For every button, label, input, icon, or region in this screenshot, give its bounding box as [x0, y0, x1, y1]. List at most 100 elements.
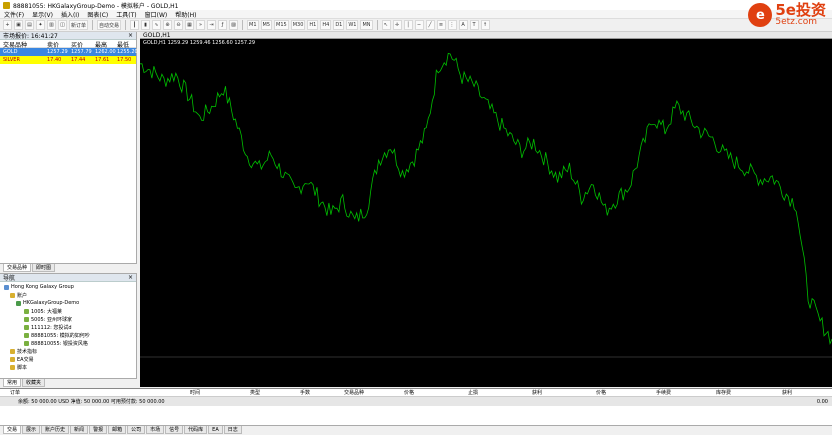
period-m15[interactable]: M15 — [274, 20, 289, 30]
candle-chart-icon[interactable]: ▮ — [141, 20, 151, 30]
tree-item-account[interactable]: 88881055: 模拟的如何吵 — [2, 331, 134, 339]
tab-tick-chart[interactable]: 即时图 — [32, 264, 56, 272]
line-chart-icon[interactable]: ∿ — [152, 20, 162, 30]
fibonacci-icon[interactable]: ⋮ — [447, 20, 457, 30]
menu-help[interactable]: 帮助(H) — [175, 10, 196, 19]
zoom-in-icon[interactable]: ⊕ — [163, 20, 173, 30]
tab-journal[interactable]: 日志 — [223, 426, 242, 434]
balance-row[interactable]: 余额: 50 000.00 USD 净值: 50 000.00 可用预付款: 5… — [0, 397, 832, 406]
shift-icon[interactable]: ⇥ — [207, 20, 217, 30]
tab-alerts[interactable]: 警报 — [89, 426, 108, 434]
column-header[interactable]: 获利 — [532, 389, 596, 396]
indicators-icon[interactable]: ƒ — [218, 20, 228, 30]
strategy-tester-icon[interactable]: ◫ — [58, 20, 67, 30]
column-header[interactable]: 价格 — [404, 389, 468, 396]
tree-item-account[interactable]: 111112: 您投试d — [2, 323, 134, 331]
period-h4[interactable]: H4 — [320, 20, 332, 30]
symbol-row-gold[interactable]: GOLD 1257.29 1257.79 1262.00 1255.20 — [0, 48, 138, 56]
menu-file[interactable]: 文件(F) — [4, 10, 24, 19]
tree-item-account[interactable]: 1005: 大福莱 — [2, 307, 134, 315]
column-header[interactable]: 最高 — [95, 40, 117, 49]
column-header[interactable]: 价格 — [596, 389, 656, 396]
auto-trade-button[interactable]: 自动交易 — [97, 20, 122, 30]
tab-common[interactable]: 常用 — [3, 379, 22, 387]
tab-trade[interactable]: 交易 — [3, 426, 22, 434]
tab-news[interactable]: 新闻 — [70, 426, 89, 434]
new-chart-icon[interactable]: + — [3, 20, 12, 30]
terminal-icon[interactable]: ▥ — [47, 20, 56, 30]
period-m5[interactable]: M5 — [260, 20, 273, 30]
period-mn[interactable]: MN — [360, 20, 373, 30]
period-h1[interactable]: H1 — [307, 20, 319, 30]
symbol-low: 1255.20 — [117, 49, 138, 55]
profiles-icon[interactable]: ▣ — [14, 20, 23, 30]
templates-icon[interactable]: ▨ — [229, 20, 239, 30]
tab-signals[interactable]: 信号 — [165, 426, 184, 434]
tab-symbols[interactable]: 交易品种 — [3, 264, 32, 272]
menu-view[interactable]: 显示(V) — [32, 10, 53, 19]
tree-item-scripts[interactable]: 脚本 — [2, 363, 134, 371]
tree-item-expert-advisors[interactable]: EA交易 — [2, 355, 134, 363]
vertical-line-icon[interactable]: │ — [403, 20, 413, 30]
period-w1[interactable]: W1 — [346, 20, 359, 30]
crosshair-icon[interactable]: ✛ — [392, 20, 402, 30]
folder-icon — [10, 364, 15, 370]
tree-item-indicators[interactable]: 技术指标 — [2, 347, 134, 355]
menu-window[interactable]: 窗口(W) — [145, 10, 168, 19]
tree-item-account[interactable]: 5005: 亚州环球家 — [2, 315, 134, 323]
column-header[interactable]: 买价 — [71, 40, 95, 49]
column-header[interactable]: 交易品种 — [3, 40, 47, 49]
tree-item-server[interactable]: HKGalaxyGroup-Demo — [2, 299, 134, 307]
column-header[interactable]: 止损 — [468, 389, 532, 396]
tab-market[interactable]: 市场 — [146, 426, 165, 434]
new-order-button[interactable]: 新订单 — [69, 20, 89, 30]
tile-icon[interactable]: ▦ — [185, 20, 195, 30]
tree-item-account[interactable]: 888810055: 银投资风格 — [2, 339, 134, 347]
column-header[interactable]: 类型 — [250, 389, 300, 396]
period-m30[interactable]: M30 — [290, 20, 306, 30]
chart-window-tab[interactable]: GOLD,H1 — [140, 32, 832, 39]
tab-experts[interactable]: EA — [208, 426, 223, 434]
market-watch-icon[interactable]: ▤ — [25, 20, 34, 30]
price-chart[interactable]: GOLD,H1 1259.29 1259.46 1256.60 1257.29 — [140, 39, 832, 387]
tab-mailbox[interactable]: 邮箱 — [108, 426, 127, 434]
toolbar-separator — [92, 20, 94, 30]
tab-exposure[interactable]: 展示 — [22, 426, 41, 434]
close-icon[interactable]: × — [128, 274, 133, 281]
title-bar: 88881055: HKGalaxyGroup-Demo - 模拟帐户 - GO… — [0, 0, 832, 10]
column-header[interactable]: 时间 — [190, 389, 250, 396]
tree-item-broker[interactable]: Hong Kong Galaxy Group — [2, 283, 134, 291]
symbol-row-silver[interactable]: SILVER 17.40 17.44 17.61 17.50 — [0, 56, 136, 64]
column-header[interactable]: 获利 — [782, 389, 832, 396]
column-header[interactable]: 库存费 — [716, 389, 782, 396]
column-header[interactable]: 卖价 — [47, 40, 71, 49]
menu-charts[interactable]: 图表(C) — [87, 10, 108, 19]
period-m1[interactable]: M1 — [247, 20, 259, 30]
bar-chart-icon[interactable]: ┃ — [130, 20, 140, 30]
column-header[interactable]: 订单 — [10, 389, 190, 396]
column-header[interactable]: 交易品种 — [344, 389, 404, 396]
menu-tools[interactable]: 工具(T) — [116, 10, 136, 19]
close-icon[interactable]: × — [128, 32, 133, 39]
column-header[interactable]: 最低 — [117, 40, 139, 49]
tree-item-accounts[interactable]: 账户 — [2, 291, 134, 299]
zoom-out-icon[interactable]: ⊖ — [174, 20, 184, 30]
text-icon[interactable]: A — [458, 20, 468, 30]
menu-insert[interactable]: 插入(I) — [61, 10, 79, 19]
period-d1[interactable]: D1 — [333, 20, 345, 30]
channel-icon[interactable]: ≡ — [436, 20, 446, 30]
label-icon[interactable]: T — [469, 20, 479, 30]
cursor-icon[interactable]: ↖ — [381, 20, 391, 30]
tab-company[interactable]: 公司 — [127, 426, 146, 434]
tab-account-history[interactable]: 账户历史 — [41, 426, 70, 434]
column-header[interactable]: 手续费 — [656, 389, 716, 396]
autoscroll-icon[interactable]: » — [196, 20, 206, 30]
arrows-icon[interactable]: ↑ — [480, 20, 490, 30]
navigator-icon[interactable]: ✦ — [36, 20, 45, 30]
horizontal-line-icon[interactable]: ─ — [414, 20, 424, 30]
terminal-panel: 订单 时间 类型 手数 交易品种 价格 止损 获利 价格 手续费 库存费 获利 … — [0, 388, 832, 435]
trendline-icon[interactable]: ╱ — [425, 20, 435, 30]
tab-favorites[interactable]: 收藏夹 — [22, 379, 46, 387]
column-header[interactable]: 手数 — [300, 389, 344, 396]
tab-code-base[interactable]: 代码库 — [184, 426, 208, 434]
